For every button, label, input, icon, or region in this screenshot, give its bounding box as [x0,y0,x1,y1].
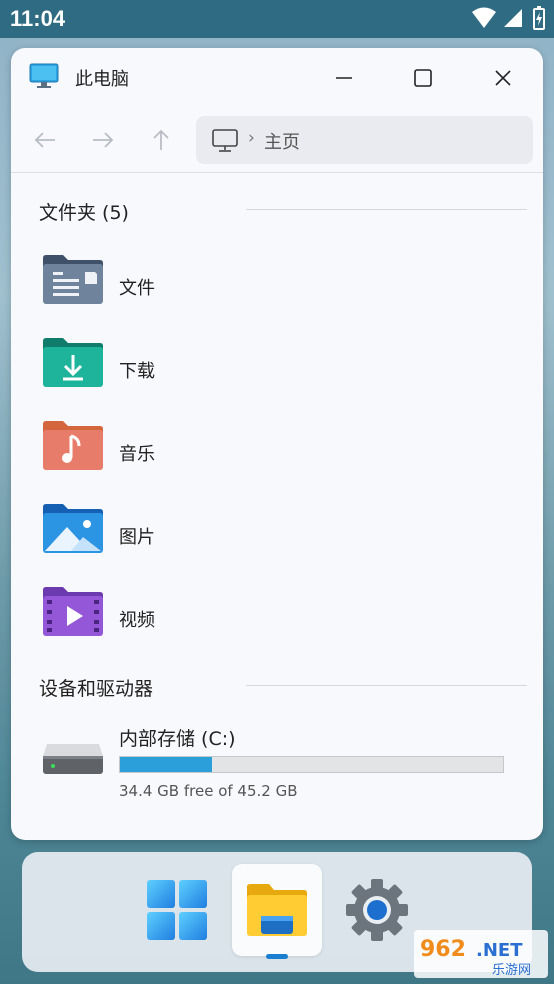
folder-item-music[interactable]: 音乐 [33,418,333,486]
svg-text:乐游网: 乐游网 [492,963,531,978]
navigation-bar: › 主页 [11,108,543,172]
drive-free-space: 34.4 GB free of 45.2 GB [119,782,298,800]
active-app-indicator [266,954,288,959]
battery-icon [533,6,545,30]
window-title: 此电脑 [75,69,129,90]
drives-section-title: 设备和驱动器 [39,678,154,700]
drive-item-c[interactable]: 内部存储 (C:) 34.4 GB free of 45.2 GB [33,716,523,804]
address-bar[interactable]: › 主页 [196,116,533,164]
folder-item-pictures[interactable]: 图片 [33,501,333,569]
section-divider [246,209,527,210]
forward-button[interactable] [83,122,123,158]
videos-folder-icon [43,587,103,636]
breadcrumb-home[interactable]: 主页 [264,128,300,154]
close-icon [495,70,511,86]
folder-label: 图片 [119,527,155,548]
drive-usage-fill [120,757,212,772]
up-button[interactable] [141,122,181,158]
file-explorer-icon [247,884,307,936]
breadcrumb-separator: › [248,128,255,148]
signal-icon [504,9,522,27]
documents-folder-icon [43,255,103,304]
monitor-icon [212,129,238,152]
hard-drive-icon [43,744,103,774]
drive-usage-bar [119,756,504,773]
svg-text:962: 962 [420,937,466,962]
windows-logo-icon [147,880,207,940]
file-explorer-taskbar-button[interactable] [232,864,322,956]
gear-icon [346,879,408,941]
folder-item-videos[interactable]: 视频 [33,584,333,652]
wifi-icon [472,7,496,28]
minimize-button[interactable] [316,56,372,100]
downloads-folder-icon [43,338,103,387]
this-pc-icon [29,63,59,88]
arrow-up-icon [153,129,169,150]
divider [11,172,543,173]
drive-name: 内部存储 (C:) [119,728,236,750]
folder-label: 音乐 [119,444,155,465]
status-time: 11:04 [10,6,66,31]
arrow-left-icon [34,132,55,148]
folder-label: 下载 [119,361,155,382]
file-explorer-window: 此电脑 › 主页 文件夹 (5) 文件 下载 音乐 图片 视频 设备和驱动器 内… [11,48,543,840]
settings-button[interactable] [332,864,422,956]
folder-label: 文件 [119,278,155,299]
start-button[interactable] [132,864,222,956]
status-bar: 11:04 [0,0,554,38]
folder-label: 视频 [119,610,155,631]
svg-text:.NET: .NET [476,940,523,961]
close-button[interactable] [475,56,531,100]
watermark-logo: 962 .NET 乐游网 [414,930,548,978]
folder-item-documents[interactable]: 文件 [33,252,333,320]
section-divider [246,685,527,686]
status-icons [472,6,546,30]
pictures-folder-icon [43,504,103,553]
maximize-button[interactable] [395,56,451,100]
maximize-icon [414,69,432,87]
music-folder-icon [43,421,103,470]
folder-item-downloads[interactable]: 下载 [33,335,333,403]
back-button[interactable] [25,122,65,158]
title-bar: 此电脑 [11,48,543,108]
arrow-right-icon [93,132,114,148]
folders-section-title: 文件夹 (5) [39,202,129,224]
minimize-icon [336,77,352,79]
